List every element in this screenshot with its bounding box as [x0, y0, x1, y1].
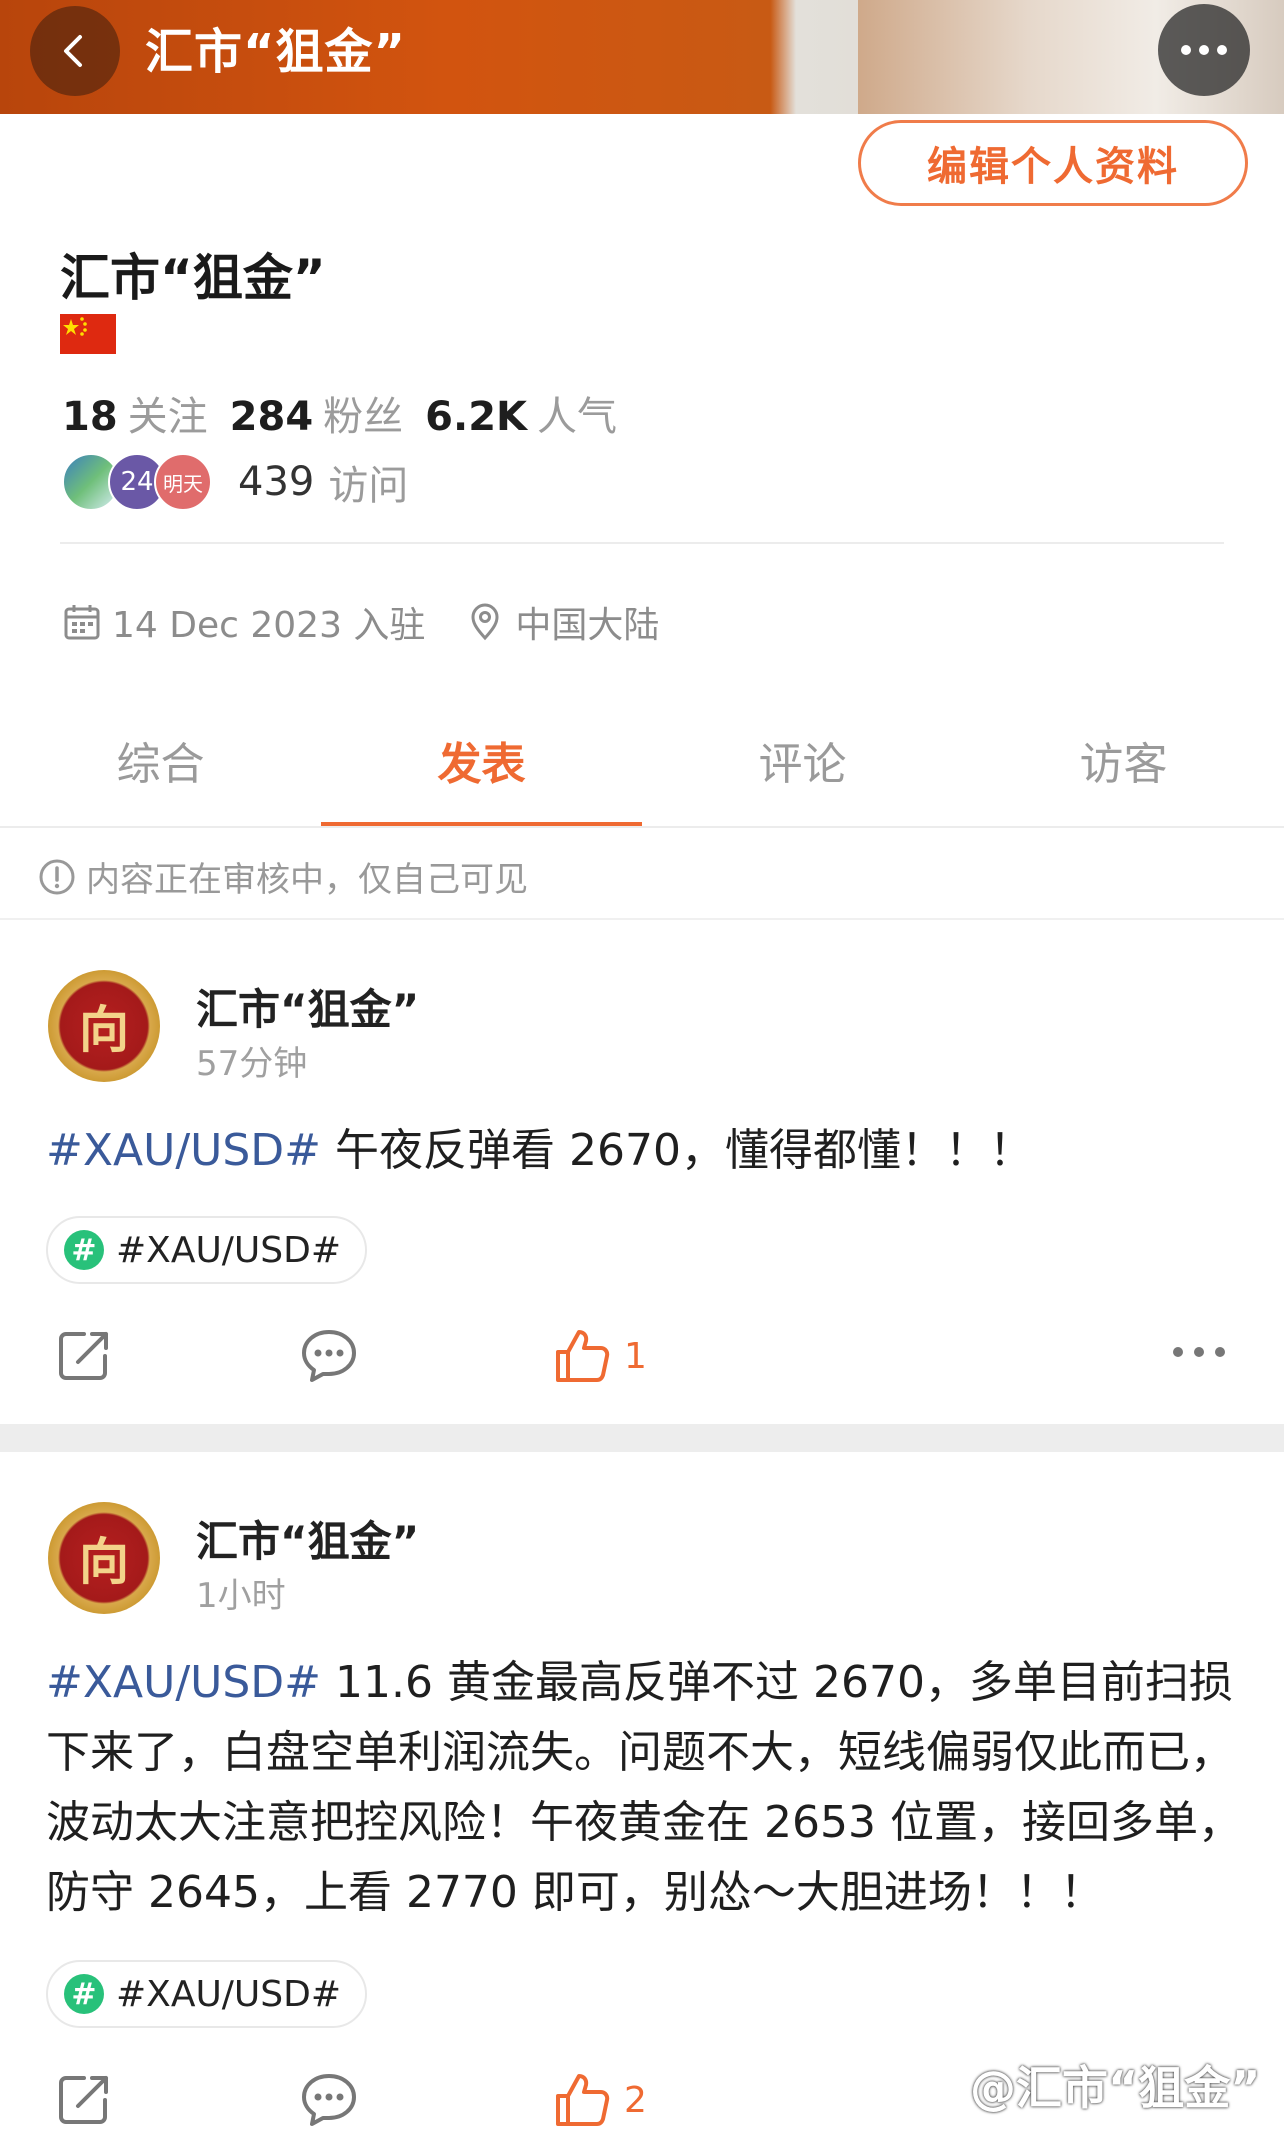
comment-bubble-icon — [302, 1330, 356, 1382]
post-card[interactable]: 向 汇市“狙金” 57分钟 #XAU/USD# 午夜反弹看 2670，懂得都懂！… — [0, 920, 1284, 1424]
following-count[interactable]: 18 — [62, 394, 118, 440]
china-flag-icon — [60, 314, 116, 354]
profile-tabs: 综合 发表 评论 访客 — [0, 730, 1284, 830]
share-icon — [59, 1332, 108, 1380]
topic-chip-label: #XAU/USD# — [116, 1973, 342, 2015]
review-notice: 内容正在审核中，仅自己可见 — [38, 852, 528, 901]
edit-profile-button[interactable]: 编辑个人资料 — [858, 120, 1248, 206]
more-dots-icon — [1173, 1347, 1225, 1357]
post-content[interactable]: #XAU/USD# 午夜反弹看 2670，懂得都懂！！！ — [46, 1116, 1236, 1186]
visitors-row[interactable]: 24 明天 439 访问 — [62, 452, 408, 512]
more-options-button[interactable] — [1158, 4, 1250, 96]
feed-separator — [0, 1424, 1284, 1452]
topic-hash-icon: # — [64, 1230, 104, 1270]
like-button[interactable]: 1 — [552, 1326, 647, 1386]
more-dots-icon — [1181, 45, 1227, 55]
tab-posts[interactable]: 发表 — [321, 730, 642, 830]
review-notice-text: 内容正在审核中，仅自己可见 — [86, 860, 528, 900]
back-button[interactable] — [30, 6, 120, 96]
topic-chip-label: #XAU/USD# — [116, 1229, 342, 1271]
comment-button[interactable] — [298, 1326, 360, 1386]
topic-chip[interactable]: # #XAU/USD# — [46, 1216, 368, 1284]
location-text: 中国大陆 — [515, 605, 660, 646]
join-date: 14 Dec 2023 入驻 — [112, 605, 426, 646]
post-author-name[interactable]: 汇市“狙金” — [196, 976, 419, 1037]
comment-bubble-icon — [302, 2074, 356, 2126]
visitor-avatar-badge: 明天 — [154, 453, 212, 511]
join-info: 14 Dec 2023 入驻 中国大陆 — [62, 596, 659, 648]
watermark-text: @汇市“狙金” — [970, 2061, 1261, 2115]
location-pin-icon — [471, 603, 499, 641]
followers-count[interactable]: 284 — [230, 394, 314, 440]
header-title: 汇市“狙金” — [145, 24, 407, 80]
chevron-left-icon — [64, 35, 82, 67]
share-icon — [59, 2076, 108, 2124]
visit-label: 访问 — [328, 463, 409, 509]
followers-label[interactable]: 粉丝 — [323, 384, 403, 442]
post-card[interactable]: 向 汇市“狙金” 1小时 #XAU/USD# 11.6 黄金最高反弹不过 267… — [0, 1452, 1284, 2154]
popularity-label: 人气 — [537, 394, 618, 440]
post-text: 午夜反弹看 2670，懂得都懂！！！ — [321, 1125, 1033, 1176]
thumbs-up-icon — [556, 1330, 610, 1382]
comment-button[interactable] — [298, 2070, 360, 2130]
share-button[interactable] — [54, 1326, 114, 1386]
post-time: 1小时 — [196, 1576, 286, 1616]
post-time: 57分钟 — [196, 1044, 308, 1084]
post-hashtag-link[interactable]: #XAU/USD# — [46, 1125, 321, 1176]
like-count: 1 — [624, 1335, 647, 1377]
post-more-button[interactable] — [1170, 1344, 1228, 1360]
visit-count: 439 — [238, 459, 315, 505]
post-content[interactable]: #XAU/USD# 11.6 黄金最高反弹不过 2670，多单目前扫损下来了，白… — [46, 1648, 1246, 1928]
tab-visitors[interactable]: 访客 — [963, 730, 1284, 830]
divider — [60, 542, 1224, 544]
info-circle-icon — [39, 859, 75, 894]
post-author-avatar[interactable]: 向 — [48, 1502, 160, 1614]
tab-comments[interactable]: 评论 — [642, 730, 963, 830]
calendar-icon — [64, 605, 100, 640]
like-count: 2 — [624, 2079, 647, 2121]
topic-hash-icon: # — [64, 1974, 104, 2014]
like-button[interactable]: 2 — [552, 2070, 647, 2130]
profile-name: 汇市“狙金” — [60, 249, 326, 307]
following-label[interactable]: 关注 — [128, 384, 208, 442]
tab-overview[interactable]: 综合 — [0, 730, 321, 830]
post-author-avatar[interactable]: 向 — [48, 970, 160, 1082]
post-hashtag-link[interactable]: #XAU/USD# — [46, 1657, 321, 1708]
thumbs-up-icon — [556, 2074, 610, 2126]
post-author-name[interactable]: 汇市“狙金” — [196, 1508, 419, 1569]
profile-stats: 18 关注 284 粉丝 6.2K 人气 — [62, 384, 629, 442]
topic-chip[interactable]: # #XAU/USD# — [46, 1960, 368, 2028]
share-button[interactable] — [54, 2070, 114, 2130]
tabs-divider — [0, 826, 1284, 828]
popularity-count: 6.2K — [425, 394, 528, 440]
